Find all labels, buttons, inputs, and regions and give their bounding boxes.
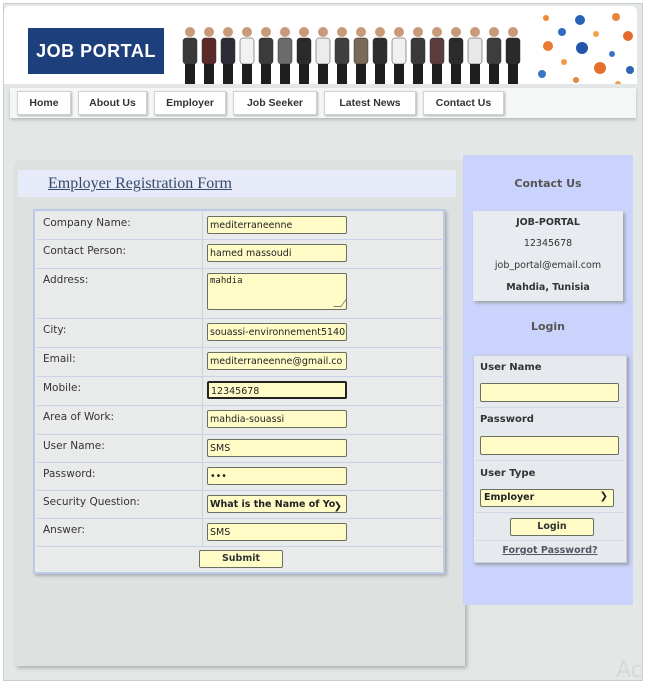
form-row-answer: Answer: SMS — [37, 518, 442, 547]
contact-email: job_portal@email.com — [494, 260, 602, 271]
user-name-input[interactable]: SMS — [207, 439, 347, 457]
login-heading: Login — [530, 320, 566, 333]
form-row-password: Password: ••• — [37, 462, 442, 491]
form-row-email: Email: mediterraneenne@gmail.co — [37, 347, 442, 377]
contact-location: Mahdia, Tunisia — [506, 282, 590, 293]
site-logo[interactable]: JOB PORTAL — [28, 28, 164, 74]
forgot-password-link[interactable]: Forgot Password? — [480, 545, 620, 558]
company-name-input[interactable]: mediterraneenne — [207, 216, 347, 234]
area-of-work-input[interactable]: mahdia-souassi — [207, 410, 347, 428]
activation-watermark: Ac — [616, 658, 643, 683]
nav-about-us[interactable]: About Us — [78, 91, 147, 115]
security-question-label: Security Question: — [43, 496, 140, 508]
form-row-company-name: Company Name: mediterraneenne — [37, 211, 442, 240]
contact-info-box: JOB-PORTAL 12345678 job_portal@email.com… — [473, 211, 623, 301]
contact-phone: 12345678 — [523, 238, 573, 249]
sidebar: Contact Us JOB-PORTAL 12345678 job_porta… — [463, 155, 633, 605]
mobile-label: Mobile: — [43, 382, 81, 394]
resize-handle-icon[interactable] — [333, 299, 346, 307]
submit-button[interactable]: Submit — [199, 550, 283, 568]
main-nav: Home About Us Employer Job Seeker Latest… — [10, 88, 636, 118]
address-textarea[interactable]: mahdia — [207, 273, 347, 310]
form-row-area-of-work: Area of Work: mahdia-souassi — [37, 405, 442, 435]
form-row-address: Address: mahdia — [37, 268, 442, 319]
mobile-input[interactable]: 12345678 — [207, 381, 347, 399]
city-label: City: — [43, 324, 67, 336]
login-username-label: User Name — [480, 362, 542, 373]
usertype-select[interactable]: Employer ❯ — [480, 489, 614, 507]
nav-employer[interactable]: Employer — [154, 91, 226, 115]
email-input[interactable]: mediterraneenne@gmail.co — [207, 352, 347, 370]
chevron-down-icon: ❯ — [333, 501, 342, 512]
nav-contact-us[interactable]: Contact Us — [423, 91, 504, 115]
decorative-dots-image — [538, 13, 634, 84]
city-input[interactable]: souassi-environnement5140 — [207, 323, 347, 341]
nav-home[interactable]: Home — [17, 91, 71, 115]
user-name-label: User Name: — [43, 440, 105, 452]
login-form: User Name Password User Type Employer ❯ … — [473, 355, 627, 563]
form-row-mobile: Mobile: 12345678 — [37, 376, 442, 406]
login-username-input[interactable] — [480, 383, 619, 402]
nav-latest-news[interactable]: Latest News — [324, 91, 416, 115]
login-usertype-label: User Type — [480, 468, 536, 479]
contact-us-heading: Contact Us — [514, 177, 582, 190]
form-row-city: City: souassi-environnement5140 — [37, 318, 442, 348]
login-password-label: Password — [480, 414, 534, 425]
usertype-value: Employer — [484, 492, 535, 503]
form-row-security-question: Security Question: What is the Name of Y… — [37, 490, 442, 519]
area-of-work-label: Area of Work: — [43, 411, 115, 423]
answer-label: Answer: — [43, 524, 86, 536]
email-label: Email: — [43, 353, 76, 365]
address-value: mahdia — [210, 276, 243, 286]
company-name-label: Company Name: — [43, 217, 131, 229]
nav-job-seeker[interactable]: Job Seeker — [233, 91, 317, 115]
form-row-contact-person: Contact Person: hamed massoudi — [37, 239, 442, 269]
contact-person-label: Contact Person: — [43, 245, 127, 257]
login-button[interactable]: Login — [510, 518, 594, 536]
address-label: Address: — [43, 274, 89, 286]
security-question-select[interactable]: What is the Name of Yo ❯ — [207, 495, 347, 513]
form-title: Employer Registration Form — [18, 170, 456, 197]
password-label: Password: — [43, 468, 96, 480]
security-question-value: What is the Name of Yo — [210, 499, 336, 510]
answer-input[interactable]: SMS — [207, 523, 347, 541]
login-password-input[interactable] — [480, 436, 619, 455]
people-banner-image — [182, 27, 521, 84]
contact-company-name: JOB-PORTAL — [516, 217, 580, 228]
header-banner: JOB PORTAL — [4, 6, 637, 84]
submit-row: Submit — [37, 546, 442, 572]
form-title-text: Employer Registration Form — [48, 175, 232, 192]
form-row-user-name: User Name: SMS — [37, 434, 442, 463]
contact-person-input[interactable]: hamed massoudi — [207, 244, 347, 262]
employer-registration-form: Company Name: mediterraneenne Contact Pe… — [33, 209, 445, 574]
password-input[interactable]: ••• — [207, 467, 347, 485]
chevron-down-icon: ❯ — [599, 491, 608, 502]
main-content: Employer Registration Form Company Name:… — [15, 162, 465, 666]
